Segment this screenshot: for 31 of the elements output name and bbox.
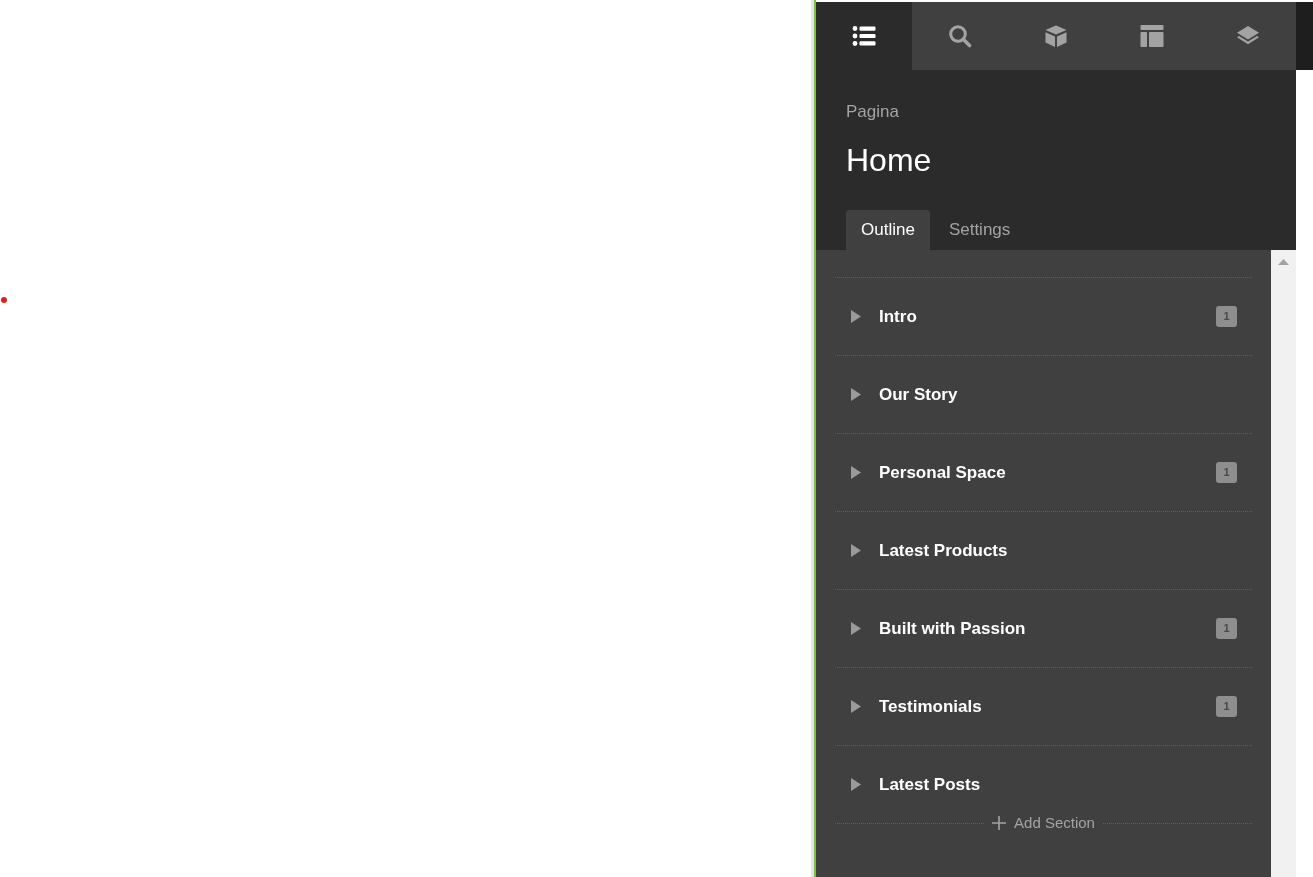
section-title[interactable]: Latest Products — [879, 537, 1008, 564]
expand-arrow-icon[interactable] — [851, 622, 862, 635]
section-title[interactable]: Latest Posts — [879, 771, 981, 798]
toolbar-tab[interactable] — [816, 2, 912, 70]
count-badge: 1 — [1216, 462, 1237, 483]
section-label: Pagina — [846, 101, 899, 123]
search-icon — [948, 24, 972, 48]
scroll-up-arrow-icon[interactable] — [1278, 259, 1289, 265]
count-badge: 1 — [1216, 306, 1237, 327]
expand-arrow-icon[interactable] — [851, 544, 862, 557]
scrollbar[interactable] — [1271, 250, 1296, 877]
count-badge: 1 — [1216, 618, 1237, 639]
expand-arrow-icon[interactable] — [851, 778, 862, 791]
page-title: Home — [846, 141, 932, 180]
count-badge: 1 — [1216, 696, 1237, 717]
layout-icon — [1140, 24, 1164, 48]
panel-tab[interactable]: Outline — [846, 210, 930, 250]
expand-arrow-icon[interactable] — [851, 466, 862, 479]
section-title[interactable]: Personal Space — [879, 459, 1006, 486]
cube-icon — [1044, 24, 1068, 48]
section-title[interactable]: Testimonials — [879, 693, 982, 720]
list-icon — [852, 24, 876, 48]
expand-arrow-icon[interactable] — [851, 700, 862, 713]
panel-tab[interactable]: Settings — [933, 210, 1026, 250]
section-title[interactable]: Intro — [879, 303, 917, 330]
plus-icon — [992, 816, 1007, 830]
section-title[interactable]: Our Story — [879, 381, 958, 408]
expand-arrow-icon[interactable] — [851, 388, 862, 401]
section-title[interactable]: Built with Passion — [879, 615, 1026, 642]
expand-arrow-icon[interactable] — [851, 310, 862, 323]
window-edge-strip — [1296, 2, 1313, 70]
